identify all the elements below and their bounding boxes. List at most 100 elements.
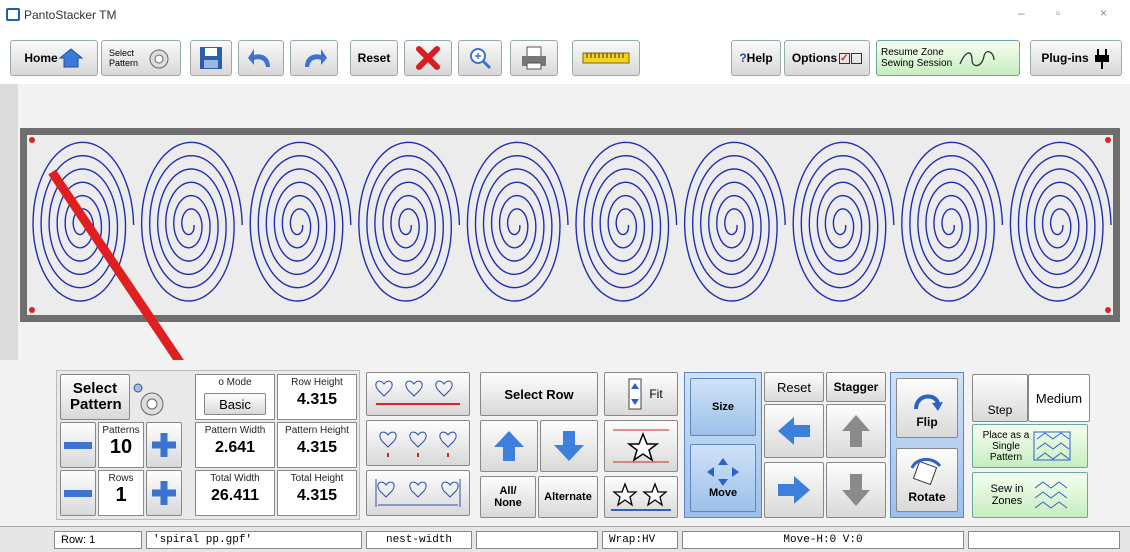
arrow-down-icon [554, 431, 584, 461]
status-empty-1 [476, 531, 598, 549]
minus-icon [64, 441, 92, 449]
select-pattern-big-button[interactable]: Select Pattern [60, 374, 130, 420]
left-margin [0, 84, 18, 360]
corner-handle[interactable] [29, 137, 35, 143]
step-button[interactable]: Step [972, 374, 1028, 422]
patterns-plus-button[interactable] [146, 422, 182, 468]
total-width-value: 26.411 [210, 487, 260, 504]
alternate-label: Alternate [544, 491, 592, 503]
select-pattern-button[interactable]: Select Pattern [101, 40, 181, 76]
rows-cell[interactable]: Rows 1 [98, 470, 144, 516]
total-width-cell[interactable]: Total Width 26.411 [195, 470, 275, 516]
select-row-button[interactable]: Select Row [480, 372, 598, 416]
corner-handle[interactable] [29, 307, 35, 313]
step-size-select[interactable]: Medium [1028, 374, 1090, 422]
star-spread-button[interactable] [604, 476, 678, 518]
help-button[interactable]: ? Help [731, 40, 781, 76]
plus-icon [152, 481, 176, 505]
move-down-button[interactable] [826, 462, 886, 518]
alternate-button[interactable]: Alternate [538, 476, 598, 518]
patterns-label: Patterns [102, 425, 140, 436]
zoom-button[interactable] [458, 40, 502, 76]
nest-row-button[interactable] [366, 372, 470, 416]
magnifier-icon [470, 48, 492, 70]
reset-button[interactable]: Reset [764, 372, 824, 402]
status-empty-2 [968, 531, 1120, 549]
arrow-right-icon [778, 476, 810, 504]
ruler-button[interactable] [572, 40, 640, 76]
pattern-row-frame[interactable] [20, 128, 1120, 322]
minus-icon [64, 489, 92, 497]
close-button[interactable]: × [1100, 6, 1107, 20]
mode-value[interactable]: Basic [204, 393, 266, 415]
minimize-button[interactable]: – [1018, 6, 1025, 20]
options-label: Options [791, 51, 838, 65]
redo-button[interactable] [290, 40, 338, 76]
spiral-pattern [683, 141, 786, 302]
move-right-button[interactable] [764, 462, 824, 518]
status-file: 'spiral pp.gpf' [146, 531, 362, 549]
pattern-width-cell[interactable]: Pattern Width 2.641 [195, 422, 275, 468]
pattern-height-label: Pattern Height [285, 425, 349, 436]
redo-icon [305, 49, 327, 67]
rotate-button[interactable]: Rotate [896, 448, 958, 512]
move-up-button[interactable] [826, 404, 886, 458]
options-button[interactable]: Options ✓ [784, 40, 870, 76]
all-none-button[interactable]: All/ None [480, 476, 536, 518]
mode-cell[interactable]: o Mode Basic [195, 374, 275, 420]
delete-button[interactable] [404, 40, 452, 76]
plus-icon [152, 433, 176, 457]
corner-handle[interactable] [1105, 307, 1111, 313]
floppy-disk-icon [200, 47, 222, 69]
title-bar: PantoStacker TM – ▫ × [0, 0, 1130, 32]
flip-icon [914, 394, 943, 411]
nest-width-button[interactable] [366, 420, 470, 466]
size-button[interactable]: Size [690, 378, 756, 436]
maximize-button[interactable]: ▫ [1056, 6, 1060, 20]
total-height-cell[interactable]: Total Height 4.315 [277, 470, 357, 516]
hearts-nest-icon [375, 380, 460, 405]
reset-toolbar-button[interactable]: Reset [350, 40, 398, 76]
row-height-value: 4.315 [296, 391, 338, 408]
stagger-button[interactable]: Stagger [826, 372, 886, 402]
spiral-pattern [1009, 141, 1112, 302]
plugins-button[interactable]: Plug-ins [1030, 40, 1122, 76]
print-button[interactable] [510, 40, 558, 76]
star-align-button[interactable] [604, 420, 678, 472]
stitch-loop-icon [959, 51, 995, 67]
reset-label: Reset [357, 51, 391, 65]
sew-in-zones-button[interactable]: Sew in Zones [972, 472, 1088, 518]
question-icon: ? [739, 51, 747, 65]
row-down-button[interactable] [540, 420, 598, 472]
undo-button[interactable] [238, 40, 284, 76]
mode-label: o Mode [218, 377, 252, 388]
rows-plus-button[interactable] [146, 470, 182, 516]
stagger-label: Stagger [833, 380, 879, 394]
patterns-minus-button[interactable] [60, 422, 96, 468]
row-up-button[interactable] [480, 420, 538, 472]
plug-icon [1094, 49, 1109, 69]
patterns-value: 10 [109, 436, 133, 458]
rows-label: Rows [108, 473, 134, 484]
flip-button[interactable]: Flip [896, 378, 958, 438]
corner-handle[interactable] [1105, 137, 1111, 143]
hearts-spread-icon [375, 479, 461, 507]
fit-button[interactable]: Fit [604, 372, 678, 416]
resume-zone-button[interactable]: Resume Zone Sewing Session [876, 40, 1020, 76]
row-height-cell[interactable]: Row Height 4.315 [277, 374, 357, 420]
flip-label: Flip [916, 415, 938, 429]
save-button[interactable] [190, 40, 232, 76]
step-label: Step [987, 403, 1013, 417]
patterns-cell[interactable]: Patterns 10 [98, 422, 144, 468]
pattern-height-cell[interactable]: Pattern Height 4.315 [277, 422, 357, 468]
spiral-pattern [792, 141, 895, 302]
home-label: Home [24, 51, 58, 65]
select-pattern-label: Select Pattern [109, 48, 139, 68]
home-button[interactable]: Home [10, 40, 98, 76]
printer-icon [522, 46, 546, 70]
move-button[interactable]: Move [690, 444, 756, 512]
move-left-button[interactable] [764, 404, 824, 458]
rows-minus-button[interactable] [60, 470, 96, 516]
place-single-button[interactable]: Place as a Single Pattern [972, 424, 1088, 468]
nest-spread-button[interactable] [366, 470, 470, 516]
